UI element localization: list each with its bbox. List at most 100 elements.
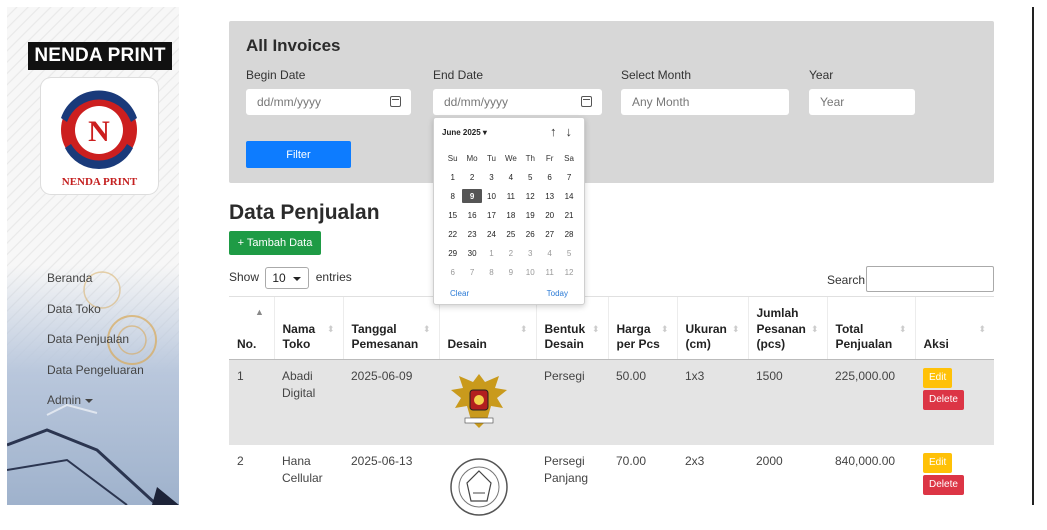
- brand-title[interactable]: NENDA PRINT: [28, 42, 172, 70]
- datepicker-day[interactable]: 5: [521, 170, 540, 184]
- cell-tanggal: 2025-06-09: [343, 359, 439, 445]
- datepicker-day[interactable]: 9: [501, 265, 520, 279]
- begin-date-placeholder: dd/mm/yyyy: [257, 95, 322, 109]
- datepicker-day[interactable]: 1: [482, 246, 501, 260]
- col-header-no[interactable]: No. ▲: [229, 296, 274, 360]
- datepicker-day[interactable]: 5: [559, 246, 578, 260]
- datepicker-day[interactable]: 24: [482, 227, 501, 241]
- nav-item-data-pengeluaran[interactable]: Data Pengeluaran: [47, 363, 144, 377]
- arrow-down-icon[interactable]: ↓: [566, 124, 573, 139]
- edit-button[interactable]: Edit: [923, 452, 953, 473]
- datepicker-day[interactable]: 7: [462, 265, 481, 279]
- col-header-tanggal[interactable]: Tanggal Pemesanan ⬍: [342, 296, 439, 360]
- nav-item-admin[interactable]: Admin: [47, 393, 94, 407]
- table-header-row: No. ▲ Nama Toko ⬍ Tanggal Pemesanan ⬍ Desai…: [229, 296, 994, 360]
- datepicker-today-button[interactable]: Today: [547, 289, 568, 298]
- end-date-input[interactable]: dd/mm/yyyy: [433, 89, 602, 115]
- col-header-nama-toko[interactable]: Nama Toko ⬍: [273, 296, 343, 360]
- col-header-jumlah[interactable]: Jumlah Pesanan (pcs) ⬍: [747, 296, 827, 360]
- entries-select[interactable]: 10: [265, 267, 310, 289]
- datepicker-popup: June 2025 ▾ ↑ ↓ Su Mo Tu We Th Fr Sa 1 2 3 4 5 6 7 8 9 10…: [433, 117, 585, 305]
- garuda-emblem-image: [451, 374, 507, 428]
- datepicker-day[interactable]: 8: [482, 265, 501, 279]
- datepicker-weekday: We: [504, 153, 517, 163]
- datepicker-day[interactable]: 28: [559, 227, 578, 241]
- datepicker-day[interactable]: 8: [443, 189, 462, 203]
- col-header-tanggal-label: Tanggal Pemesanan: [351, 321, 419, 352]
- datepicker-day[interactable]: 4: [540, 246, 559, 260]
- datepicker-day[interactable]: 22: [443, 227, 462, 241]
- datepicker-day[interactable]: 13: [540, 189, 559, 203]
- calendar-icon[interactable]: [390, 96, 401, 107]
- begin-date-input[interactable]: dd/mm/yyyy: [246, 89, 411, 115]
- datepicker-weekday: Sa: [564, 153, 574, 163]
- datepicker-day[interactable]: 10: [482, 189, 501, 203]
- month-select[interactable]: Any Month: [621, 89, 789, 115]
- datepicker-day[interactable]: 30: [462, 246, 481, 260]
- filter-button[interactable]: Filter: [246, 141, 351, 168]
- end-date-label: End Date: [433, 68, 484, 82]
- svg-text:N: N: [88, 115, 110, 148]
- col-header-aksi[interactable]: Aksi ⬍: [914, 296, 994, 360]
- datepicker-day[interactable]: 21: [559, 208, 578, 222]
- col-header-harga[interactable]: Harga per Pcs ⬍: [607, 296, 677, 360]
- year-input[interactable]: Year: [809, 89, 915, 115]
- datepicker-day[interactable]: 16: [462, 208, 481, 222]
- datepicker-day[interactable]: 15: [443, 208, 462, 222]
- col-header-harga-label: Harga per Pcs: [616, 321, 660, 352]
- datepicker-day[interactable]: 11: [501, 189, 520, 203]
- datepicker-day[interactable]: 2: [501, 246, 520, 260]
- edit-button[interactable]: Edit: [923, 368, 953, 388]
- datepicker-day[interactable]: 29: [443, 246, 462, 260]
- datepicker-clear-button[interactable]: Clear: [450, 289, 469, 298]
- datepicker-day[interactable]: 20: [540, 208, 559, 222]
- datepicker-day[interactable]: 6: [540, 170, 559, 184]
- sort-icon: ⬍: [731, 324, 740, 334]
- datepicker-day[interactable]: 12: [521, 189, 540, 203]
- col-header-total[interactable]: Total Penjualan ⬍: [826, 296, 915, 360]
- begin-date-label: Begin Date: [246, 68, 306, 82]
- datepicker-day[interactable]: 18: [501, 208, 520, 222]
- datepicker-day[interactable]: 19: [521, 208, 540, 222]
- calendar-icon[interactable]: [581, 96, 592, 107]
- arrow-up-icon[interactable]: ↑: [550, 124, 557, 139]
- col-header-bentuk[interactable]: Bentuk Desain ⬍: [535, 296, 608, 360]
- datepicker-day[interactable]: 23: [462, 227, 481, 241]
- datepicker-day[interactable]: 1: [443, 170, 462, 184]
- delete-button[interactable]: Delete: [923, 474, 964, 495]
- datepicker-day[interactable]: 3: [521, 246, 540, 260]
- datepicker-day[interactable]: 11: [540, 265, 559, 279]
- nav-item-data-penjualan[interactable]: Data Penjualan: [47, 332, 129, 346]
- sort-icon: ⬍: [898, 324, 907, 334]
- cell-no: 2: [237, 453, 244, 468]
- datepicker-day[interactable]: 26: [521, 227, 540, 241]
- cell-desain: [439, 445, 536, 530]
- datepicker-day[interactable]: 17: [482, 208, 501, 222]
- datepicker-day[interactable]: 6: [443, 265, 462, 279]
- year-placeholder: Year: [820, 95, 845, 109]
- datepicker-day[interactable]: 10: [521, 265, 540, 279]
- datepicker-day[interactable]: 27: [540, 227, 559, 241]
- col-header-total-label: Total Penjualan: [835, 321, 893, 352]
- datepicker-day[interactable]: 3: [482, 170, 501, 184]
- datepicker-day[interactable]: 7: [559, 170, 578, 184]
- cell-bentuk: Persegi Panjang: [544, 453, 589, 485]
- datepicker-day[interactable]: 2: [462, 170, 481, 184]
- col-header-desain[interactable]: Desain ⬍: [438, 296, 536, 360]
- datepicker-day[interactable]: 4: [501, 170, 520, 184]
- nav-item-data-toko[interactable]: Data Toko: [47, 302, 101, 316]
- datepicker-day[interactable]: 12: [559, 265, 578, 279]
- add-data-button[interactable]: + Tambah Data: [229, 231, 321, 255]
- col-header-ukuran[interactable]: Ukuran (cm) ⬍: [676, 296, 748, 360]
- datepicker-day[interactable]: 14: [559, 189, 578, 203]
- col-header-bentuk-label: Bentuk Desain: [544, 321, 586, 352]
- cell-harga: 70.00: [616, 453, 647, 468]
- datepicker-month-year[interactable]: June 2025 ▾: [442, 128, 487, 137]
- delete-button[interactable]: Delete: [923, 390, 964, 410]
- nav-item-beranda[interactable]: Beranda: [47, 271, 92, 285]
- datepicker-day[interactable]: 25: [501, 227, 520, 241]
- search-input[interactable]: [866, 266, 994, 292]
- col-header-jumlah-label: Jumlah Pesanan (pcs): [756, 306, 806, 352]
- datepicker-day-selected[interactable]: 9: [462, 189, 482, 203]
- cell-ukuran: 1x3: [677, 359, 748, 445]
